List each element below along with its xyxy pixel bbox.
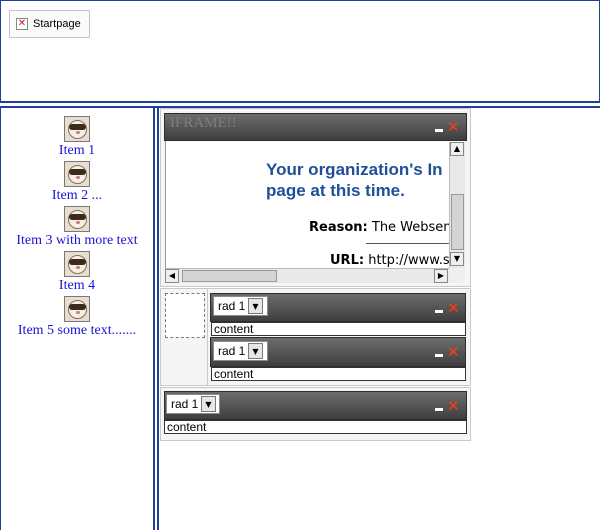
minimize-icon[interactable] — [435, 310, 443, 313]
divider — [366, 243, 456, 244]
reason-text: The Websens — [371, 220, 459, 235]
rad-select-3[interactable]: rad 1 ▼ — [166, 394, 220, 414]
startpage-tab-label: Startpage — [33, 18, 81, 30]
scroll-left-icon[interactable]: ◀ — [165, 269, 179, 283]
vertical-scroll-thumb[interactable] — [451, 194, 464, 250]
rad-select-1-value: rad 1 — [218, 299, 246, 313]
rad-select-1[interactable]: rad 1 ▼ — [213, 296, 268, 316]
rad-select-2[interactable]: rad 1 ▼ — [213, 341, 268, 361]
ferret-icon — [64, 251, 90, 277]
widget-3-content: content — [164, 420, 467, 434]
sidebar-item-label: Item 4 — [58, 278, 96, 293]
dropdown-arrow-icon[interactable]: ▼ — [248, 298, 263, 314]
sidebar-divider — [157, 108, 159, 530]
reason-label: Reason: — [309, 220, 368, 235]
rad-select-3-value: rad 1 — [171, 397, 199, 411]
sidebar-item-label: Item 5 some text....... — [17, 323, 137, 338]
close-x-icon[interactable]: ✕ — [16, 18, 28, 30]
vertical-scrollbar[interactable]: ▲ ▼ — [449, 142, 465, 268]
scroll-right-icon[interactable]: ▶ — [434, 269, 448, 283]
minimize-icon[interactable] — [435, 129, 443, 132]
sidebar-item-label: Item 2 ... — [51, 188, 103, 203]
widget-1-content: content — [211, 322, 466, 336]
sidebar-item-5[interactable]: Item 5 some text....... — [1, 296, 153, 339]
widget-1-header: rad 1 ▼ ✕ — [210, 293, 466, 322]
iframe-widget-header: IFRAME!! ✕ — [164, 113, 467, 141]
iframe-widget-title: IFRAME!! — [170, 115, 237, 131]
iframe-content: Your organization's In page at this time… — [165, 141, 464, 283]
widget-2-content: content — [211, 367, 466, 381]
ferret-icon — [64, 206, 90, 232]
horizontal-scrollbar[interactable]: ◀ ▶ — [165, 268, 449, 283]
blocked-page-heading: Your organization's In page at this time… — [266, 160, 443, 200]
rad-select-2-value: rad 1 — [218, 344, 246, 358]
minimize-icon[interactable] — [435, 354, 443, 357]
url-text: http://www.s — [368, 253, 450, 268]
close-icon[interactable]: ✕ — [447, 399, 460, 414]
app-window: ✕ Startpage Item 1 Item 2 ... Item 3 wit… — [0, 0, 600, 530]
startpage-tab[interactable]: ✕ Startpage — [9, 10, 90, 38]
widget-3-header: rad 1 ▼ ✕ — [164, 391, 467, 420]
url-label: URL: — [330, 253, 365, 268]
sidebar-item-label: Item 1 — [58, 143, 96, 158]
sidebar-item-4[interactable]: Item 4 — [1, 251, 153, 294]
sidebar-item-1[interactable]: Item 1 — [1, 116, 153, 159]
close-icon[interactable]: ✕ — [447, 120, 460, 135]
dropdown-arrow-icon[interactable]: ▼ — [248, 343, 263, 359]
drop-placeholder[interactable] — [165, 293, 205, 338]
reason-row: Reason: The Websens — [309, 220, 458, 235]
dropdown-arrow-icon[interactable]: ▼ — [201, 396, 216, 412]
sidebar: Item 1 Item 2 ... Item 3 with more text … — [0, 108, 155, 530]
ferret-icon — [64, 161, 90, 187]
scrollbar-corner — [449, 268, 465, 283]
minimize-icon[interactable] — [435, 408, 443, 411]
close-icon[interactable]: ✕ — [447, 345, 460, 360]
horizontal-scroll-thumb[interactable] — [182, 270, 277, 282]
scroll-up-icon[interactable]: ▲ — [450, 142, 464, 156]
sidebar-item-2[interactable]: Item 2 ... — [1, 161, 153, 204]
sidebar-item-3[interactable]: Item 3 with more text — [1, 206, 153, 249]
widget-2-header: rad 1 ▼ ✕ — [210, 337, 466, 367]
url-row: URL: http://www.s — [330, 253, 450, 268]
close-icon[interactable]: ✕ — [447, 301, 460, 316]
top-frame: ✕ Startpage — [0, 0, 600, 103]
ferret-icon — [64, 296, 90, 322]
scroll-down-icon[interactable]: ▼ — [450, 252, 464, 266]
sidebar-item-label: Item 3 with more text — [16, 233, 138, 248]
ferret-icon — [64, 116, 90, 142]
